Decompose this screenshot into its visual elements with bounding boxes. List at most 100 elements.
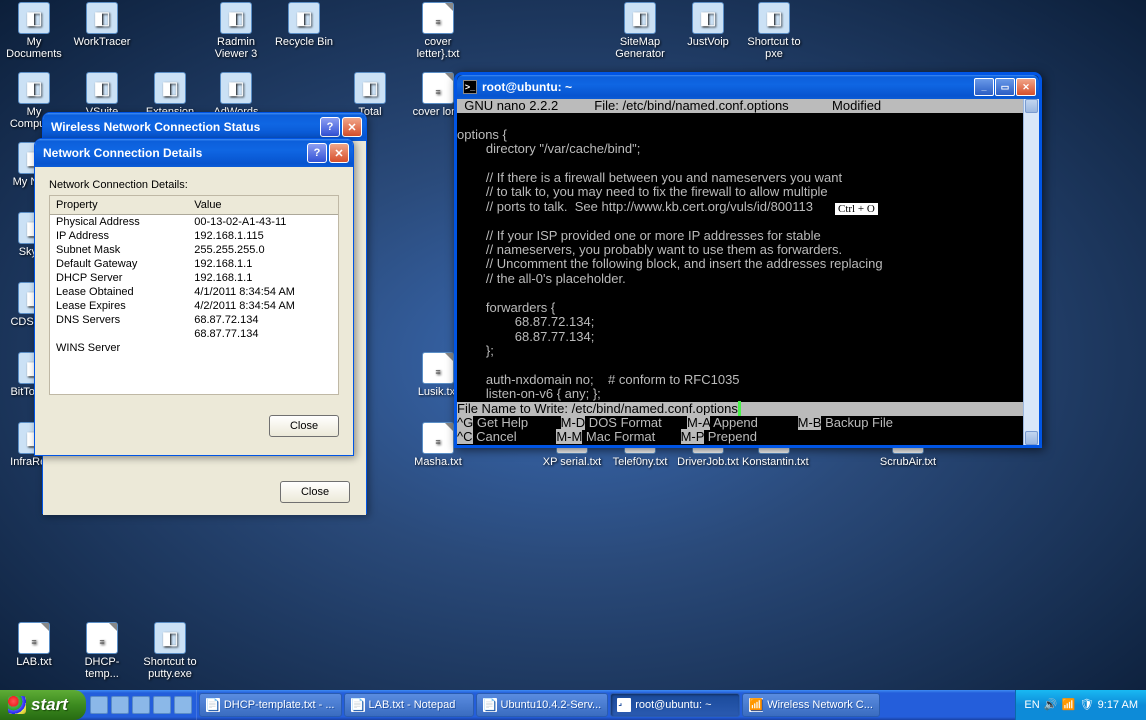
- app-icon: ◧: [692, 2, 724, 34]
- terminal-body[interactable]: GNU nano 2.2.2 File: /etc/bind/named.con…: [457, 99, 1039, 445]
- quick-launch: [86, 690, 197, 720]
- table-row: IP Address192.168.1.115: [50, 229, 338, 243]
- value-cell: 00-13-02-A1-43-11: [188, 215, 338, 230]
- nano-editor[interactable]: GNU nano 2.2.2 File: /etc/bind/named.con…: [457, 99, 1023, 445]
- ql-desktop-icon[interactable]: [111, 696, 129, 714]
- terminal-title: root@ubuntu: ~: [482, 80, 973, 94]
- desktop-icon[interactable]: ◧ JustVoip: [676, 2, 740, 48]
- desktop-icon[interactable]: ≡LAB.txt: [2, 622, 66, 668]
- wireless-status-titlebar[interactable]: Wireless Network Connection Status ? ✕: [43, 113, 366, 141]
- property-cell: Default Gateway: [50, 257, 188, 271]
- ql-media-icon[interactable]: [132, 696, 150, 714]
- task-button[interactable]: 📄 DHCP-template.txt - ...: [199, 693, 342, 717]
- value-cell: 68.87.77.134: [188, 327, 338, 341]
- close-button[interactable]: Close: [269, 415, 339, 437]
- close-button[interactable]: Close: [280, 481, 350, 503]
- app-icon: ◧: [758, 2, 790, 34]
- task-button[interactable]: ▪root@ubuntu: ~: [610, 693, 740, 717]
- help-button[interactable]: ?: [320, 117, 340, 137]
- task-label: DHCP-template.txt - ...: [224, 699, 335, 711]
- desktop-icon[interactable]: ◧Shortcut to pxe: [742, 2, 806, 60]
- start-button[interactable]: start: [0, 690, 86, 720]
- network-details-titlebar[interactable]: Network Connection Details ? ✕: [35, 139, 353, 167]
- scroll-up-button[interactable]: [1025, 99, 1038, 113]
- clock[interactable]: 9:17 AM: [1098, 699, 1138, 711]
- ql-app2-icon[interactable]: [174, 696, 192, 714]
- value-cell: 192.168.1.115: [188, 229, 338, 243]
- icon-label: SiteMap Generator: [608, 36, 672, 60]
- scroll-down-button[interactable]: [1025, 431, 1038, 445]
- desktop-icon[interactable]: ◧Recycle Bin: [272, 2, 336, 48]
- close-icon[interactable]: ✕: [1016, 78, 1036, 96]
- icon-label: XP serial.txt: [540, 456, 604, 468]
- desktop-icon[interactable]: ◧ WorkTracer: [70, 2, 134, 48]
- icon-label: My Documents: [2, 36, 66, 60]
- txt-file-icon: ≡: [422, 72, 454, 104]
- icon-label: cover letter}.txt: [406, 36, 470, 60]
- tray-icon[interactable]: 🔊: [1044, 698, 1058, 712]
- table-row: 68.87.77.134: [50, 327, 338, 341]
- app-icon: ◧: [86, 72, 118, 104]
- terminal-titlebar[interactable]: >_ root@ubuntu: ~ _ ▭ ✕: [457, 75, 1039, 99]
- icon-label: DHCP-temp...: [70, 656, 134, 680]
- property-cell: Subnet Mask: [50, 243, 188, 257]
- tray-network-icon[interactable]: 📶: [1062, 698, 1076, 712]
- terminal-window: >_ root@ubuntu: ~ _ ▭ ✕ GNU nano 2.2.2 F…: [454, 72, 1042, 448]
- col-value: Value: [188, 196, 338, 215]
- icon-label: LAB.txt: [2, 656, 66, 668]
- scrollbar[interactable]: [1023, 99, 1039, 445]
- property-cell: Lease Obtained: [50, 285, 188, 299]
- maximize-button[interactable]: ▭: [995, 78, 1015, 96]
- app-icon: ◧: [86, 2, 118, 34]
- task-button[interactable]: 📄LAB.txt - Notepad: [344, 693, 474, 717]
- table-row: DHCP Server192.168.1.1: [50, 271, 338, 285]
- icon-label: ScrubAir.txt: [876, 456, 940, 468]
- property-cell: WINS Server: [50, 341, 188, 355]
- ql-ie-icon[interactable]: [90, 696, 108, 714]
- desktop-icon[interactable]: ◧SiteMap Generator: [608, 2, 672, 60]
- app-icon: ◧: [154, 622, 186, 654]
- app-icon: ◧: [154, 72, 186, 104]
- task-icon: 📄: [206, 698, 220, 712]
- table-row: Subnet Mask255.255.255.0: [50, 243, 338, 257]
- terminal-icon: >_: [463, 80, 477, 94]
- minimize-button[interactable]: _: [974, 78, 994, 96]
- help-button[interactable]: ?: [307, 143, 327, 163]
- task-button[interactable]: 📄Ubuntu10.4.2-Serv...: [476, 693, 609, 717]
- table-row: Lease Obtained4/1/2011 8:34:54 AM: [50, 285, 338, 299]
- app-icon: ◧: [18, 2, 50, 34]
- tray-shield-icon[interactable]: 🛡: [1080, 698, 1094, 712]
- value-cell: [188, 341, 338, 355]
- system-tray[interactable]: EN 🔊 📶 🛡 9:17 AM: [1015, 690, 1146, 720]
- task-button[interactable]: 📶Wireless Network C...: [742, 693, 880, 717]
- app-icon: ◧: [220, 72, 252, 104]
- icon-label: JustVoip: [676, 36, 740, 48]
- details-header: Network Connection Details:: [49, 179, 339, 191]
- close-icon[interactable]: ✕: [329, 143, 349, 163]
- desktop-icon[interactable]: ◧Radmin Viewer 3: [204, 2, 268, 60]
- close-icon[interactable]: ✕: [342, 117, 362, 137]
- network-details-title: Network Connection Details: [43, 146, 305, 160]
- value-cell: 192.168.1.1: [188, 271, 338, 285]
- property-cell: Lease Expires: [50, 299, 188, 313]
- desktop-icon[interactable]: ◧Shortcut to putty.exe: [138, 622, 202, 680]
- value-cell: 4/1/2011 8:34:54 AM: [188, 285, 338, 299]
- table-row: Physical Address00-13-02-A1-43-11: [50, 215, 338, 230]
- ql-app-icon[interactable]: [153, 696, 171, 714]
- value-cell: 255.255.255.0: [188, 243, 338, 257]
- wireless-status-title: Wireless Network Connection Status: [51, 120, 318, 134]
- icon-label: Shortcut to putty.exe: [138, 656, 202, 680]
- icon-label: WorkTracer: [70, 36, 134, 48]
- txt-file-icon: ≡: [422, 422, 454, 454]
- txt-file-icon: ≡: [422, 2, 454, 34]
- desktop-icon[interactable]: ≡DHCP-temp...: [70, 622, 134, 680]
- language-indicator[interactable]: EN: [1024, 699, 1039, 711]
- value-cell: 4/2/2011 8:34:54 AM: [188, 299, 338, 313]
- desktop-icon[interactable]: ◧My Documents: [2, 2, 66, 60]
- task-label: LAB.txt - Notepad: [369, 699, 456, 711]
- icon-label: DriverJob.txt: [676, 456, 740, 468]
- icon-label: Konstantin.txt: [742, 456, 806, 468]
- desktop-icon[interactable]: ≡cover letter}.txt: [406, 2, 470, 60]
- app-icon: ◧: [18, 72, 50, 104]
- table-row: WINS Server: [50, 341, 338, 355]
